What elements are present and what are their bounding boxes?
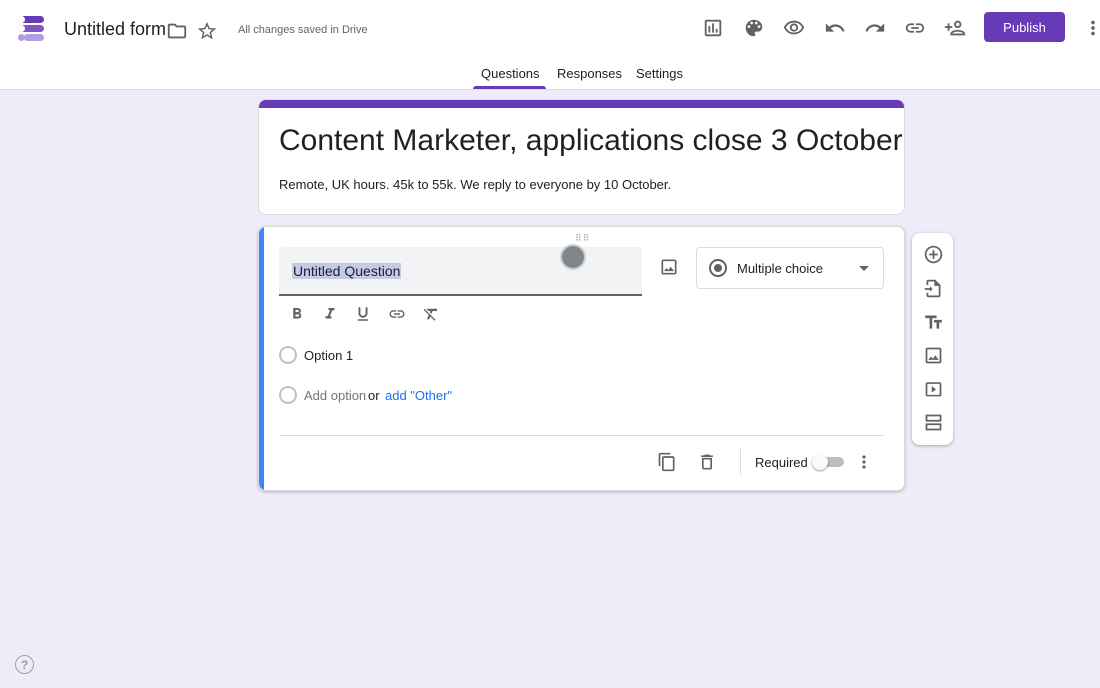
footer-divider: [279, 435, 884, 436]
tab-settings[interactable]: Settings: [636, 66, 683, 81]
more-vert-icon[interactable]: [1081, 16, 1100, 40]
help-icon[interactable]: ?: [15, 655, 34, 674]
add-collaborator-icon[interactable]: [943, 16, 967, 40]
active-question-bar: [259, 227, 264, 490]
form-main-title[interactable]: Content Marketer, applications close 3 O…: [279, 124, 903, 158]
toggle-thumb: [812, 454, 828, 470]
or-separator: or: [368, 388, 380, 403]
footer-separator: [740, 449, 741, 475]
italic-icon[interactable]: [319, 303, 341, 325]
active-tab-indicator: [473, 86, 546, 89]
palette-icon[interactable]: [742, 16, 766, 40]
add-image-section-icon[interactable]: [921, 343, 945, 367]
form-header-card[interactable]: Content Marketer, applications close 3 O…: [258, 99, 905, 215]
add-video-icon[interactable]: [921, 377, 945, 401]
add-image-icon[interactable]: [659, 257, 681, 279]
add-option-link[interactable]: Add option: [304, 388, 366, 403]
question-more-icon[interactable]: [853, 451, 875, 473]
tab-responses[interactable]: Responses: [557, 66, 622, 81]
required-toggle[interactable]: [812, 454, 844, 470]
question-title-input[interactable]: Untitled Question: [279, 247, 642, 296]
bold-icon[interactable]: [286, 303, 308, 325]
import-questions-icon[interactable]: [921, 276, 945, 300]
redo-icon[interactable]: [863, 16, 887, 40]
accent-bar: [259, 100, 904, 108]
undo-icon[interactable]: [823, 16, 847, 40]
add-title-icon[interactable]: [921, 310, 945, 334]
app-header: Untitled form All changes saved in Drive…: [0, 0, 1100, 90]
duplicate-icon[interactable]: [656, 451, 678, 473]
floating-toolbar: [912, 233, 953, 445]
link-icon[interactable]: [903, 16, 927, 40]
trash-icon[interactable]: [696, 451, 718, 473]
add-other-link[interactable]: add "Other": [385, 388, 452, 403]
add-question-icon[interactable]: [921, 242, 945, 266]
publish-button[interactable]: Publish: [984, 12, 1065, 42]
form-description[interactable]: Remote, UK hours. 45k to 55k. We reply t…: [279, 177, 671, 192]
underline-icon[interactable]: [352, 303, 374, 325]
radio-button-icon: [709, 259, 727, 277]
question-type-dropdown[interactable]: Multiple choice: [696, 247, 884, 289]
drag-handle-icon[interactable]: ⠿⠿: [575, 233, 590, 244]
forms-logo-icon[interactable]: [16, 14, 48, 42]
add-section-icon[interactable]: [921, 410, 945, 434]
required-label: Required: [755, 455, 808, 470]
option-1-input[interactable]: Option 1: [304, 348, 353, 363]
question-title-text: Untitled Question: [292, 263, 402, 279]
insert-link-icon[interactable]: [386, 303, 408, 325]
folder-icon[interactable]: [165, 19, 189, 43]
caret-down-icon: [859, 266, 869, 271]
preview-eye-icon[interactable]: [782, 16, 806, 40]
tab-questions[interactable]: Questions: [481, 66, 540, 81]
cursor-ripple: [562, 246, 584, 268]
addon-icon[interactable]: [701, 16, 725, 40]
star-icon[interactable]: [195, 19, 219, 43]
clear-formatting-icon[interactable]: [420, 303, 442, 325]
question-card[interactable]: ⠿⠿ Untitled Question Multiple choice Opt…: [258, 226, 905, 491]
option-radio: [279, 346, 297, 364]
question-type-label: Multiple choice: [737, 261, 823, 276]
form-title[interactable]: Untitled form: [64, 19, 166, 40]
tab-bar: Questions Responses Settings: [0, 58, 1100, 90]
add-option-radio: [279, 386, 297, 404]
save-status: All changes saved in Drive: [238, 24, 368, 36]
